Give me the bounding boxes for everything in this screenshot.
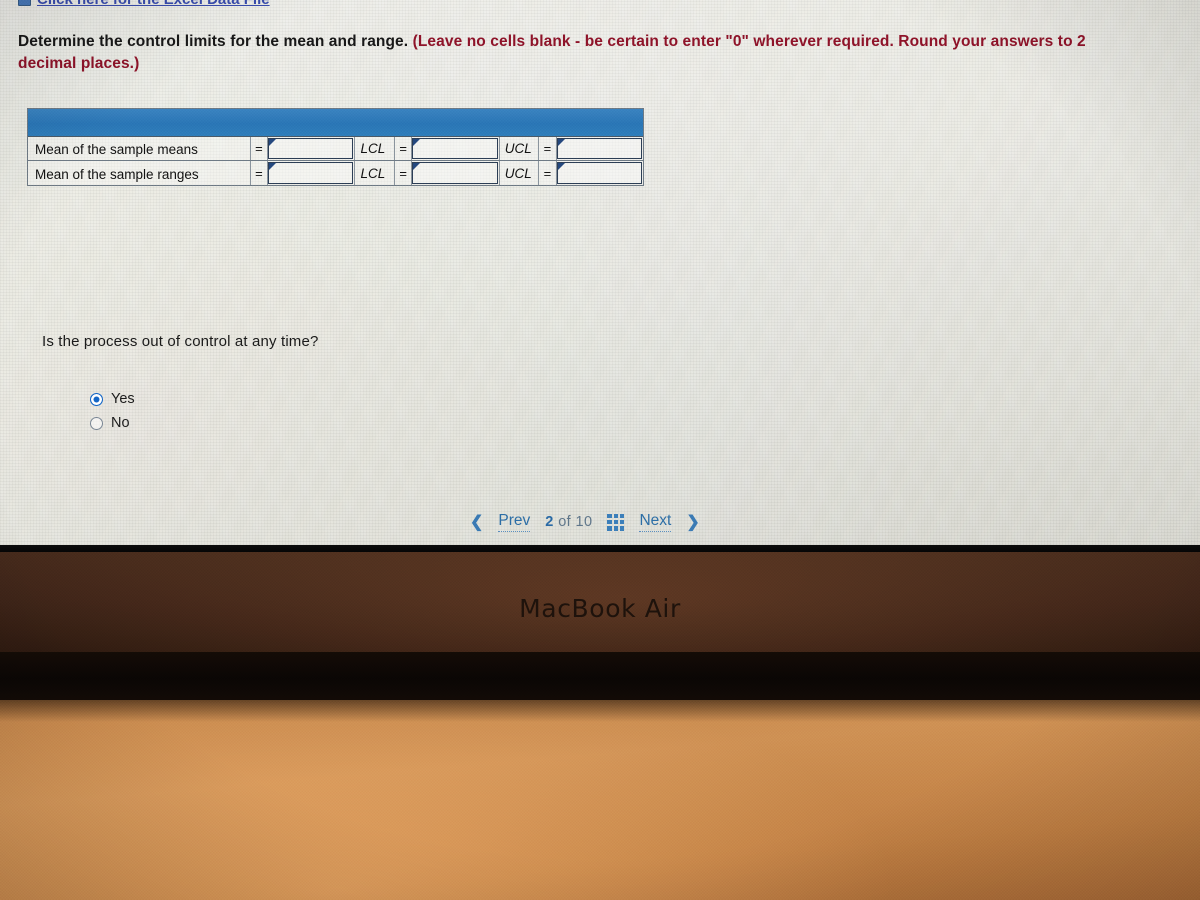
- mean-ranges-lcl-input[interactable]: [412, 162, 498, 184]
- grid-cell: [613, 526, 619, 531]
- ucl-equals-sign: =: [539, 161, 557, 185]
- lcl-equals-sign: =: [395, 137, 413, 160]
- radio-no-label: No: [111, 415, 130, 431]
- row-label: Mean of the sample ranges: [28, 161, 251, 185]
- equals-sign: =: [251, 137, 269, 160]
- mean-means-ucl-input[interactable]: [556, 138, 642, 159]
- lcl-label: LCL: [354, 161, 396, 185]
- row-label: Mean of the sample means: [28, 137, 251, 160]
- mean-of-sample-ranges-input[interactable]: [268, 162, 354, 184]
- table-row: Mean of the sample means = LCL = UCL =: [28, 137, 643, 161]
- laptop-photo: Click here for the Excel Data File Deter…: [0, 0, 1200, 900]
- grid-cell: [620, 526, 625, 531]
- pagination: ❮ Prev 2 of 10 Next ❯: [470, 512, 700, 532]
- total-page-count: 10: [575, 514, 593, 530]
- radio-option-no[interactable]: No: [90, 411, 135, 435]
- page-of-label: of: [558, 514, 572, 530]
- radio-no-icon[interactable]: [90, 416, 103, 430]
- laptop-hinge: [0, 652, 1200, 700]
- grid-cell: [613, 519, 619, 525]
- sub-question-text: Is the process out of control at any tim…: [42, 333, 319, 350]
- grid-cell: [613, 513, 619, 518]
- grid-cell: [620, 513, 625, 518]
- grid-cell: [620, 519, 625, 525]
- current-page-number: 2: [545, 514, 554, 530]
- screen-bezel: MacBook Air: [0, 552, 1200, 652]
- grid-cell: [607, 513, 612, 518]
- out-of-control-radio-group: Yes No: [90, 387, 135, 435]
- keyboard-deck: F2 F3 F4 F5 F6: [0, 700, 1200, 900]
- radio-yes-label: Yes: [111, 391, 135, 407]
- laptop-screen: Click here for the Excel Data File Deter…: [0, 0, 1200, 545]
- equals-sign: =: [251, 161, 269, 185]
- grid-cell: [607, 519, 612, 525]
- answer-table: Mean of the sample means = LCL = UCL = M…: [27, 108, 644, 186]
- mean-of-sample-means-input[interactable]: [268, 138, 354, 159]
- lcl-equals-sign: =: [395, 161, 413, 185]
- next-chevron-icon[interactable]: ❯: [686, 512, 699, 532]
- grid-3x3-icon[interactable]: [607, 513, 625, 531]
- quiz-page: Click here for the Excel Data File Deter…: [0, 0, 1200, 545]
- prev-button[interactable]: Prev: [498, 512, 531, 532]
- table-row: Mean of the sample ranges = LCL = UCL =: [28, 161, 643, 185]
- next-button[interactable]: Next: [639, 512, 672, 532]
- spreadsheet-icon: [18, 0, 31, 6]
- lcl-label: LCL: [354, 137, 396, 160]
- screen-bottom-edge: [0, 545, 1200, 552]
- ucl-equals-sign: =: [539, 137, 557, 160]
- radio-option-yes[interactable]: Yes: [90, 387, 135, 411]
- answer-table-header-bar: [28, 109, 643, 137]
- mean-ranges-ucl-input[interactable]: [556, 162, 642, 184]
- question-prompt: Determine the control limits for the mea…: [18, 31, 1108, 75]
- radio-yes-icon[interactable]: [90, 392, 103, 406]
- page-counter: 2 of 10: [545, 514, 592, 530]
- deck-shadow: [0, 700, 1200, 722]
- mean-means-lcl-input[interactable]: [412, 138, 498, 159]
- macbook-air-brand-label: MacBook Air: [519, 594, 681, 623]
- excel-data-file-link[interactable]: Click here for the Excel Data File: [18, 0, 270, 8]
- ucl-label: UCL: [498, 137, 540, 160]
- grid-cell: [607, 526, 612, 531]
- ucl-label: UCL: [498, 161, 540, 185]
- prev-chevron-icon[interactable]: ❮: [470, 512, 483, 532]
- prompt-plain-text: Determine the control limits for the mea…: [18, 33, 413, 50]
- excel-data-file-link-label: Click here for the Excel Data File: [37, 0, 270, 8]
